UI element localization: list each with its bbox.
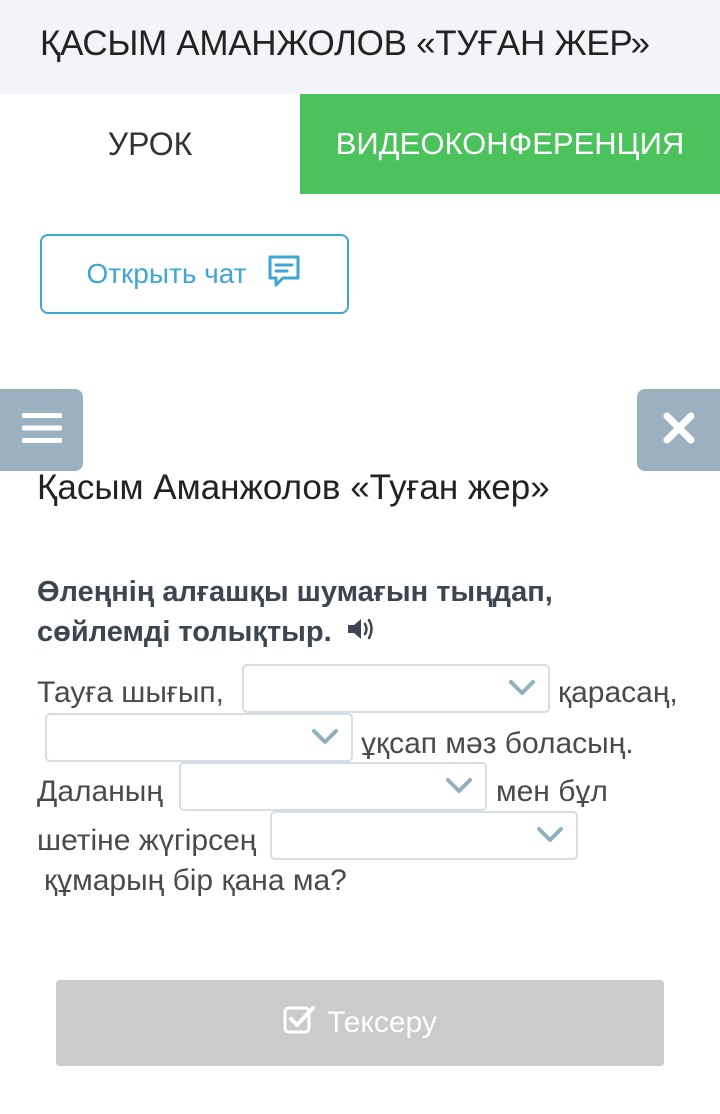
answer-dropdown-3[interactable]	[179, 762, 487, 811]
instruction-text: Өлеңнің алғашқы шумағын тыңдап, сөйлемді…	[37, 572, 677, 653]
speaker-icon[interactable]	[346, 613, 376, 653]
exercise-text-1: Тауға шығып,	[37, 676, 225, 709]
exercise-text-4: Даланың	[37, 775, 163, 808]
answer-dropdown-2[interactable]	[45, 713, 353, 762]
chevron-down-icon	[311, 728, 339, 751]
answer-dropdown-1[interactable]	[242, 664, 550, 713]
tab-videoconference[interactable]: ВИДЕОКОНФЕРЕНЦИЯ	[300, 94, 720, 194]
answer-dropdown-4[interactable]	[270, 811, 578, 860]
lesson-title: Қасым Аманжолов «Туған жер»	[37, 468, 550, 507]
exercise-text-6: шетіне жүгірсең	[37, 824, 257, 857]
exercise-text-2: қарасаң,	[558, 676, 678, 709]
open-chat-label: Открыть чат	[86, 258, 247, 289]
open-chat-button[interactable]: Открыть чат	[40, 234, 349, 314]
exercise-text-5: мен бұл	[496, 775, 608, 808]
exercise-text-7: құмарың бір қана ма?	[44, 864, 347, 897]
checkbox-check-icon	[283, 1004, 316, 1042]
header-bar: ҚАСЫМ АМАНЖОЛОВ «ТУҒАН ЖЕР»	[0, 0, 720, 94]
close-icon	[663, 412, 695, 449]
tab-lesson[interactable]: УРОК	[0, 94, 300, 194]
page-title: ҚАСЫМ АМАНЖОЛОВ «ТУҒАН ЖЕР»	[40, 24, 650, 63]
chevron-down-icon	[536, 826, 564, 849]
chat-icon	[265, 252, 303, 297]
check-answer-button[interactable]: Тексеру	[56, 980, 664, 1066]
chevron-down-icon	[445, 777, 473, 800]
tab-bar: УРОК ВИДЕОКОНФЕРЕНЦИЯ	[0, 94, 720, 194]
close-button[interactable]	[637, 389, 720, 471]
menu-button[interactable]	[0, 389, 83, 471]
hamburger-icon	[21, 411, 62, 450]
check-answer-label: Тексеру	[327, 1006, 437, 1039]
chevron-down-icon	[508, 679, 536, 702]
instruction-label: Өлеңнің алғашқы шумағын тыңдап, сөйлемді…	[37, 576, 553, 648]
exercise-text-3: ұқсап мәз боласың.	[361, 727, 634, 760]
